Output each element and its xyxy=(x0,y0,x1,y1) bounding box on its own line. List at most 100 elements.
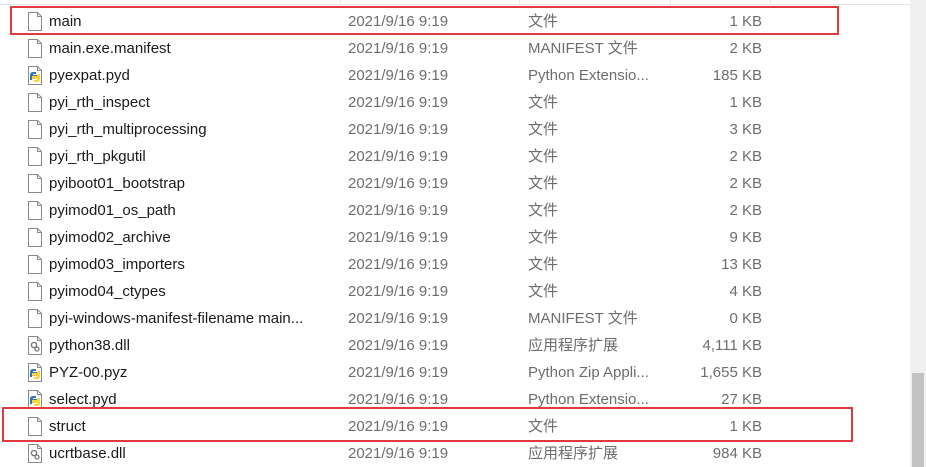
file-row[interactable]: main.exe.manifest 2021/9/16 9:19 MANIFEST … xyxy=(0,35,910,62)
file-size: 0 KB xyxy=(729,310,762,327)
file-date-modified: 2021/9/16 9:19 xyxy=(348,94,449,111)
dll-file-icon xyxy=(27,444,43,463)
file-size: 13 KB xyxy=(721,256,762,273)
file-row[interactable]: select.pyd 2021/9/16 9:19 Python Extensio.… xyxy=(0,386,910,413)
file-name: struct xyxy=(49,418,86,435)
file-size: 185 KB xyxy=(712,67,762,84)
python-file-icon xyxy=(27,363,43,382)
file-type: 文件 xyxy=(528,94,559,111)
file-date-modified: 2021/9/16 9:19 xyxy=(348,337,449,354)
column-separator[interactable] xyxy=(670,0,671,5)
file-row[interactable]: pyi_rth_pkgutil 2021/9/16 9:19 文件 2 KB xyxy=(0,143,910,170)
column-separator[interactable] xyxy=(770,0,771,5)
file-size: 3 KB xyxy=(729,121,762,138)
file-date-modified: 2021/9/16 9:19 xyxy=(348,148,449,165)
file-type: 文件 xyxy=(528,13,559,30)
file-date-modified: 2021/9/16 9:19 xyxy=(348,13,449,30)
file-row[interactable]: pyimod03_importers 2021/9/16 9:19 文件 13 KB xyxy=(0,251,910,278)
blank-file-icon xyxy=(27,12,43,31)
file-name: pyi_rth_inspect xyxy=(49,94,150,111)
file-row[interactable]: pyimod01_os_path 2021/9/16 9:19 文件 2 KB xyxy=(0,197,910,224)
file-row[interactable]: pyi_rth_multiprocessing 2021/9/16 9:19 文件 3… xyxy=(0,116,910,143)
column-separator[interactable] xyxy=(519,0,520,5)
file-row[interactable]: pyexpat.pyd 2021/9/16 9:19 Python Extensio… xyxy=(0,62,910,89)
file-size: 1 KB xyxy=(729,94,762,111)
file-size: 4,111 KB xyxy=(702,337,763,354)
file-name: pyimod03_importers xyxy=(49,256,185,273)
file-date-modified: 2021/9/16 9:19 xyxy=(348,40,449,57)
file-size: 1 KB xyxy=(729,13,762,30)
file-name: main.exe.manifest xyxy=(49,40,171,57)
file-size: 984 KB xyxy=(712,445,762,462)
file-type: 应用程序扩展 xyxy=(528,337,619,354)
file-type: Python Zip Appli... xyxy=(528,364,649,381)
file-size: 2 KB xyxy=(729,175,762,192)
file-row[interactable]: pyiboot01_bootstrap 2021/9/16 9:19 文件 2 KB xyxy=(0,170,910,197)
blank-file-icon xyxy=(27,228,43,247)
file-size: 9 KB xyxy=(729,229,762,246)
file-row[interactable]: pyimod02_archive 2021/9/16 9:19 文件 9 KB xyxy=(0,224,910,251)
file-name: PYZ-00.pyz xyxy=(49,364,128,381)
file-date-modified: 2021/9/16 9:19 xyxy=(348,364,449,381)
file-size: 1,655 KB xyxy=(700,364,762,381)
file-name: pyi_rth_pkgutil xyxy=(49,148,146,165)
file-type: 文件 xyxy=(528,256,559,273)
file-name: select.pyd xyxy=(49,391,117,408)
column-header-strip[interactable] xyxy=(0,0,910,5)
file-date-modified: 2021/9/16 9:19 xyxy=(348,67,449,84)
file-type: MANIFEST 文件 xyxy=(528,310,638,327)
python-file-icon xyxy=(27,66,43,85)
blank-file-icon xyxy=(27,417,43,436)
dll-file-icon xyxy=(27,336,43,355)
file-row[interactable]: pyi-windows-manifest-filename main... 202… xyxy=(0,305,910,332)
file-type: 文件 xyxy=(528,229,559,246)
file-date-modified: 2021/9/16 9:19 xyxy=(348,310,449,327)
file-name: pyimod02_archive xyxy=(49,229,171,246)
file-type: 文件 xyxy=(528,121,559,138)
blank-file-icon xyxy=(27,309,43,328)
file-name: pyi_rth_multiprocessing xyxy=(49,121,207,138)
blank-file-icon xyxy=(27,93,43,112)
file-row[interactable]: PYZ-00.pyz 2021/9/16 9:19 Python Zip Appli… xyxy=(0,359,910,386)
file-size: 4 KB xyxy=(729,283,762,300)
file-name: pyiboot01_bootstrap xyxy=(49,175,185,192)
file-name: pyexpat.pyd xyxy=(49,67,130,84)
file-type: 文件 xyxy=(528,418,559,435)
file-date-modified: 2021/9/16 9:19 xyxy=(348,283,449,300)
blank-file-icon xyxy=(27,201,43,220)
file-name: pyimod01_os_path xyxy=(49,202,176,219)
file-name: python38.dll xyxy=(49,337,130,354)
file-date-modified: 2021/9/16 9:19 xyxy=(348,256,449,273)
file-size: 2 KB xyxy=(729,148,762,165)
file-name: pyi-windows-manifest-filename main... xyxy=(49,310,304,327)
column-separator[interactable] xyxy=(340,0,341,5)
file-row[interactable]: pyi_rth_inspect 2021/9/16 9:19 文件 1 KB xyxy=(0,89,910,116)
blank-file-icon xyxy=(27,147,43,166)
file-date-modified: 2021/9/16 9:19 xyxy=(348,121,449,138)
file-row[interactable]: ucrtbase.dll 2021/9/16 9:19 应用程序扩展 984 KB xyxy=(0,440,910,467)
file-type: 文件 xyxy=(528,148,559,165)
file-type: Python Extensio... xyxy=(528,67,649,84)
file-explorer-viewport: main 2021/9/16 9:19 文件 1 KB main.exe.manifes… xyxy=(0,0,926,467)
file-date-modified: 2021/9/16 9:19 xyxy=(348,229,449,246)
file-type: MANIFEST 文件 xyxy=(528,40,638,57)
file-row[interactable]: pyimod04_ctypes 2021/9/16 9:19 文件 4 KB xyxy=(0,278,910,305)
file-type: 文件 xyxy=(528,175,559,192)
file-type: 文件 xyxy=(528,202,559,219)
file-type: 文件 xyxy=(528,283,559,300)
file-row[interactable]: main 2021/9/16 9:19 文件 1 KB xyxy=(0,8,910,35)
file-row[interactable]: python38.dll 2021/9/16 9:19 应用程序扩展 4,111 KB xyxy=(0,332,910,359)
blank-file-icon xyxy=(27,39,43,58)
blank-file-icon xyxy=(27,174,43,193)
blank-file-icon xyxy=(27,255,43,274)
file-size: 1 KB xyxy=(729,418,762,435)
python-file-icon xyxy=(27,390,43,409)
scrollbar-thumb[interactable] xyxy=(912,373,924,467)
file-name: main xyxy=(49,13,82,30)
file-type: Python Extensio... xyxy=(528,391,649,408)
file-size: 27 KB xyxy=(721,391,762,408)
file-date-modified: 2021/9/16 9:19 xyxy=(348,418,449,435)
file-date-modified: 2021/9/16 9:19 xyxy=(348,202,449,219)
file-row[interactable]: struct 2021/9/16 9:19 文件 1 KB xyxy=(0,413,910,440)
file-size: 2 KB xyxy=(729,40,762,57)
